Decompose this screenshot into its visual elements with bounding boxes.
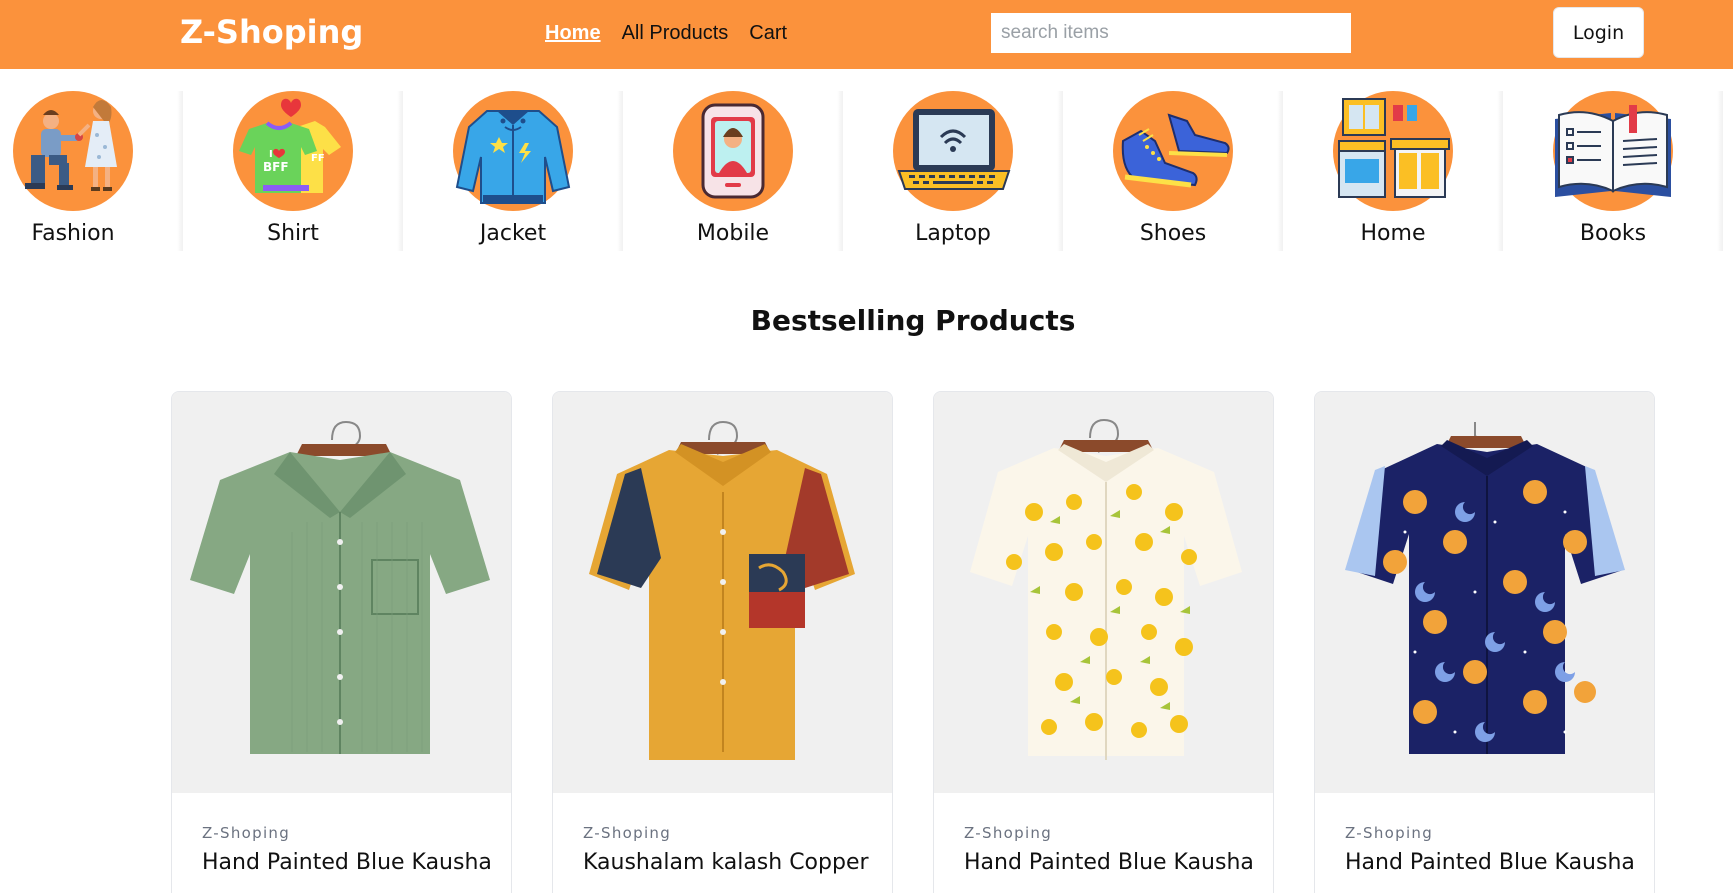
category-label: Books [1579,221,1647,246]
login-button[interactable]: Login [1553,7,1644,58]
category-mobile-circle [673,91,793,211]
category-shirt[interactable]: I BFF FF Shirt [183,69,403,251]
brand-logo[interactable]: Z-Shoping [180,13,363,51]
category-home-circle [1333,91,1453,211]
category-label: Laptop [915,221,991,246]
product-image [934,392,1273,793]
laptop-icon [897,109,1011,190]
product-brand: Z-Shoping [583,824,672,842]
product-card[interactable]: Z-Shoping Hand Painted Blue Kausha [1314,391,1655,893]
product-card[interactable]: Z-Shoping Hand Painted Blue Kausha [933,391,1274,893]
product-brand: Z-Shoping [202,824,291,842]
category-mobile[interactable]: Mobile [623,69,843,251]
kitchen-appliances-icon [1338,98,1450,198]
category-label: Shoes [1139,221,1207,246]
category-strip: Fashion I BFF FF Shirt Jacket Mobile Lap… [0,69,1733,251]
category-label: Home [1360,221,1426,246]
category-fashion[interactable]: Fashion [0,69,183,251]
nav-link-home[interactable]: Home [545,22,601,45]
lemon-print-shirt-image [970,418,1242,760]
couple-proposal-icon [25,100,117,191]
category-label: Jacket [479,221,547,246]
product-image [172,392,511,793]
category-label: Shirt [267,221,319,246]
product-title[interactable]: Kaushalam kalash Copper [583,850,869,875]
sun-moon-print-shirt-image [1345,422,1625,754]
category-fashion-circle [13,91,133,211]
category-laptop-circle [893,91,1013,211]
product-brand: Z-Shoping [1345,824,1434,842]
product-card[interactable]: Z-Shoping Hand Painted Blue Kausha [171,391,512,893]
product-brand: Z-Shoping [964,824,1053,842]
category-books[interactable]: Books [1503,69,1723,251]
product-card[interactable]: Z-Shoping Kaushalam kalash Copper [552,391,893,893]
category-home[interactable]: Home [1283,69,1503,251]
svg-text:FF: FF [311,153,325,164]
open-book-icon [1555,105,1671,197]
category-books-circle [1553,91,1673,211]
category-shirt-circle: I BFF FF [233,91,353,211]
nav-link-all-products[interactable]: All Products [622,22,729,45]
main-nav: Home All Products Cart [545,22,787,45]
green-corduroy-shirt-image [190,420,490,754]
product-image [1315,392,1654,793]
category-label: Fashion [31,221,115,246]
nav-link-cart[interactable]: Cart [749,22,787,45]
product-title[interactable]: Hand Painted Blue Kausha [964,850,1254,875]
svg-text:I: I [269,149,273,160]
category-jacket-circle [453,91,573,211]
shoes-icon [1121,113,1230,188]
svg-text:BFF: BFF [263,160,289,174]
bff-tshirts-icon: I BFF FF [239,98,341,193]
jacket-icon [455,110,571,204]
category-label: Mobile [696,221,770,246]
section-title: Bestselling Products [750,304,1076,337]
top-navbar: Z-Shoping Home All Products Cart Login [0,0,1733,69]
mobile-phone-icon [701,103,765,199]
category-laptop[interactable]: Laptop [843,69,1063,251]
mustard-patchwork-shirt-image [589,420,855,760]
category-jacket[interactable]: Jacket [403,69,623,251]
product-title[interactable]: Hand Painted Blue Kausha [202,850,492,875]
product-title[interactable]: Hand Painted Blue Kausha [1345,850,1635,875]
product-image [553,392,892,793]
category-shoes-circle [1113,91,1233,211]
category-shoes[interactable]: Shoes [1063,69,1283,251]
search-input[interactable] [991,13,1351,53]
